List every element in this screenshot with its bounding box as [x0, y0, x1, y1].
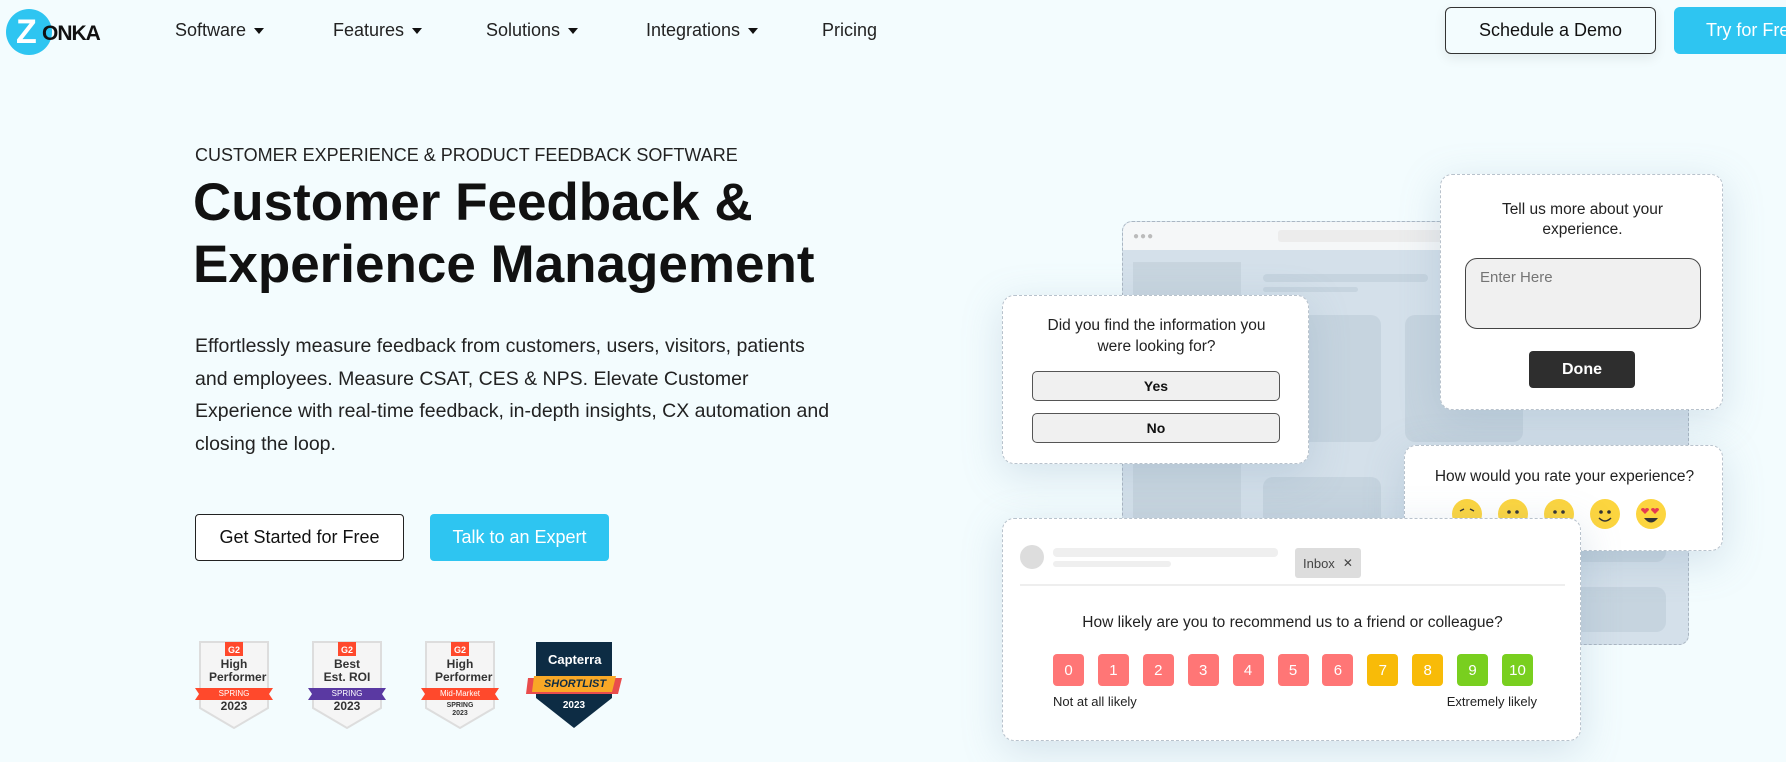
svg-text:G2: G2: [454, 645, 466, 655]
nps-email-card: Inbox ✕ How likely are you to recommend …: [1002, 518, 1581, 741]
info-question: Did you find the information you were lo…: [1047, 317, 1266, 355]
heart-eyes-face-icon[interactable]: [1635, 498, 1667, 530]
feedback-text-card: Tell us more about your experience. Done: [1440, 174, 1723, 410]
caret-down-icon: [412, 27, 423, 34]
nps-question: How likely are you to recommend us to a …: [1082, 614, 1503, 631]
talk-expert-button[interactable]: Talk to an Expert: [430, 514, 609, 561]
nav-item-solutions[interactable]: Solutions: [486, 20, 579, 41]
caret-down-icon: [254, 27, 265, 34]
nav-item-label: Pricing: [822, 20, 878, 40]
nps-low-label: Not at all likely: [1053, 694, 1137, 709]
nav-item-label: Integrations: [646, 20, 741, 40]
hero-title-line2: Experience Management: [193, 235, 815, 294]
slightly-smiling-face-icon[interactable]: [1589, 498, 1621, 530]
nps-score-6[interactable]: 6: [1322, 654, 1354, 686]
close-icon[interactable]: ✕: [1343, 556, 1353, 570]
divider: [1020, 584, 1565, 586]
badge-year: 2023: [562, 700, 586, 711]
inbox-tag[interactable]: Inbox ✕: [1295, 548, 1361, 578]
feedback-textarea[interactable]: [1465, 258, 1701, 329]
hero-title: Customer Feedback & Experience Managemen…: [193, 172, 815, 296]
capterra-badge: Capterra SHORTLIST 2023: [524, 640, 624, 735]
nav-item-label: Software: [175, 20, 247, 40]
badge-shield: G2: [195, 641, 273, 730]
badge-ribbon: SPRING: [331, 689, 363, 698]
g2-badge: G2 High Performer Mid-Market SPRING 2023: [421, 640, 499, 735]
hero-eyebrow: CUSTOMER EXPERIENCE & PRODUCT FEEDBACK S…: [195, 145, 738, 165]
badge-ribbon: Mid-Market: [439, 689, 480, 698]
hero-description: Effortlessly measure feedback from custo…: [195, 335, 830, 455]
badge-title: High Performer: [435, 657, 493, 684]
get-started-button[interactable]: Get Started for Free: [195, 514, 404, 561]
caret-down-icon: [568, 27, 579, 34]
capterra-logo: Capterra: [548, 652, 602, 667]
more-question: Tell us more about your experience.: [1501, 201, 1664, 238]
nav-item-pricing[interactable]: Pricing: [822, 20, 877, 41]
nps-high-label: Extremely likely: [1446, 694, 1537, 709]
yes-button[interactable]: Yes: [1032, 371, 1280, 401]
placeholder-line: [1053, 548, 1278, 557]
badge-ribbon: SPRING: [218, 689, 250, 698]
badge-title: High Performer: [209, 657, 267, 684]
no-button[interactable]: No: [1032, 413, 1280, 443]
badge-year: 2023: [333, 699, 361, 713]
info-survey-card: Did you find the information you were lo…: [1002, 295, 1309, 464]
nav-item-label: Solutions: [486, 20, 561, 40]
caret-down-icon: [748, 27, 759, 34]
svg-text:G2: G2: [228, 645, 240, 655]
badge-shield: G2: [308, 641, 386, 730]
nps-score-2[interactable]: 2: [1142, 654, 1174, 686]
rate-question: How would you rate your experience?: [1434, 468, 1695, 485]
nps-score-1[interactable]: 1: [1097, 654, 1129, 686]
nps-score-0[interactable]: 0: [1053, 654, 1084, 686]
badge-year: 2023: [220, 699, 248, 713]
hero-title-line1: Customer Feedback &: [193, 173, 753, 232]
nps-score-5[interactable]: 5: [1277, 654, 1309, 686]
window-dots-icon: ●●●: [1133, 231, 1155, 242]
g2-badge: G2 High Performer SPRING 2023: [195, 640, 273, 735]
nav-item-integrations[interactable]: Integrations: [646, 20, 759, 41]
logo-text: ONKA: [42, 22, 101, 45]
done-button[interactable]: Done: [1529, 351, 1635, 388]
logo[interactable]: Z ONKA: [6, 9, 110, 55]
placeholder-line: [1263, 287, 1358, 292]
nps-score-9[interactable]: 9: [1457, 654, 1489, 686]
nps-score-8[interactable]: 8: [1412, 654, 1444, 686]
nav-item-features[interactable]: Features: [333, 20, 423, 41]
nps-score-3[interactable]: 3: [1187, 654, 1219, 686]
badge-title: SHORTLIST: [543, 678, 607, 690]
inbox-tag-label: Inbox: [1303, 555, 1335, 571]
sender-avatar: [1020, 545, 1044, 569]
nps-score-4[interactable]: 4: [1232, 654, 1264, 686]
svg-text:G2: G2: [341, 645, 353, 655]
try-free-button[interactable]: Try for Free: [1674, 7, 1786, 54]
placeholder-line: [1053, 561, 1171, 567]
schedule-demo-button[interactable]: Schedule a Demo: [1445, 7, 1656, 54]
badge-year: SPRING 2023: [446, 702, 474, 717]
nps-score-10[interactable]: 10: [1502, 654, 1533, 686]
nps-score-7[interactable]: 7: [1367, 654, 1399, 686]
logo-z: Z: [16, 13, 37, 51]
nav-item-software[interactable]: Software: [175, 20, 265, 41]
badge-title: Best Est. ROI: [323, 657, 371, 684]
g2-badge: G2 Best Est. ROI SPRING 2023: [308, 640, 386, 735]
placeholder-line: [1263, 274, 1428, 282]
nav-item-label: Features: [333, 20, 405, 40]
